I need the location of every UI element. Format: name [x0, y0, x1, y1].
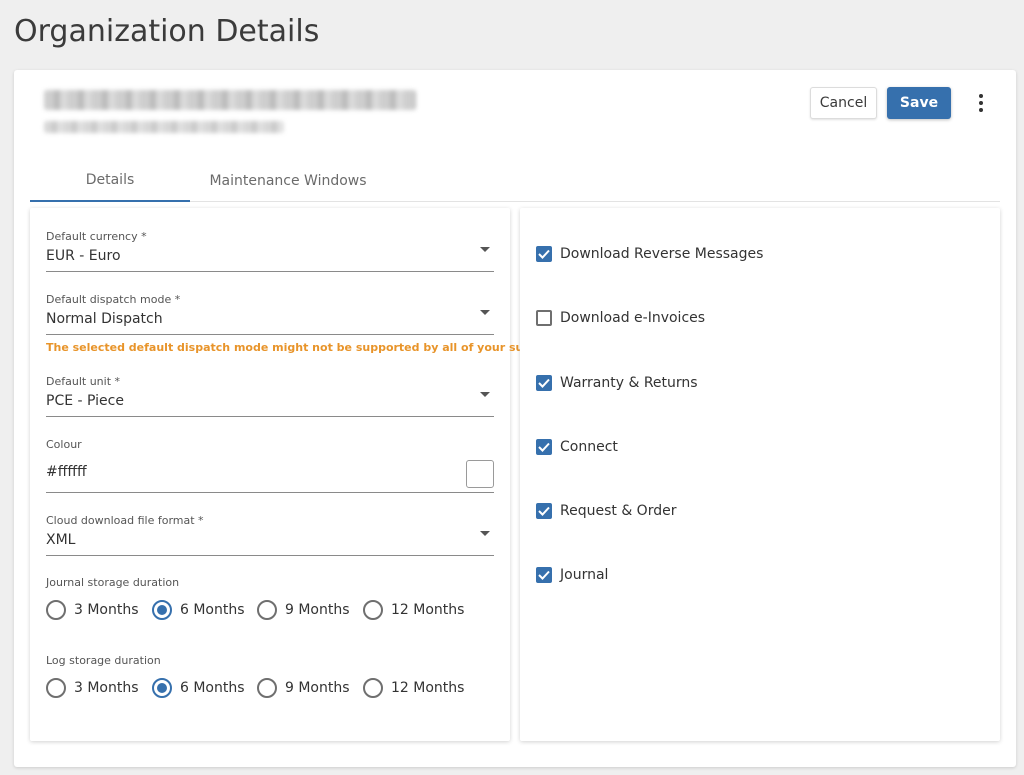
unit-underline: [46, 416, 494, 417]
log-storage-label: Log storage duration: [46, 654, 161, 667]
radio-label: 12 Months: [391, 680, 465, 696]
currency-underline: [46, 271, 494, 272]
journal-radio-12-months[interactable]: 12 Months: [363, 600, 473, 620]
checkbox-label: Journal: [560, 567, 609, 583]
journal-radio-3-months[interactable]: 3 Months: [46, 600, 152, 620]
checkbox-empty-icon: [536, 310, 552, 326]
checkbox-label: Connect: [560, 439, 618, 455]
unit-label: Default unit *: [46, 375, 120, 388]
radio-circle: [363, 600, 383, 620]
save-button[interactable]: Save: [887, 87, 951, 119]
journal-radio-9-months[interactable]: 9 Months: [257, 600, 363, 620]
log-radio-3-months[interactable]: 3 Months: [46, 678, 152, 698]
check-icon: [536, 375, 552, 391]
checkbox-label: Request & Order: [560, 503, 677, 519]
checkbox-connect[interactable]: Connect: [536, 439, 618, 455]
unit-value: PCE - Piece: [46, 393, 124, 409]
colour-value[interactable]: #ffffff: [46, 464, 87, 480]
log-radio-9-months[interactable]: 9 Months: [257, 678, 363, 698]
file-format-underline: [46, 555, 494, 556]
dispatch-mode-value: Normal Dispatch: [46, 311, 163, 327]
file-format-label: Cloud download file format *: [46, 514, 204, 527]
checkbox-download-reverse-messages[interactable]: Download Reverse Messages: [536, 246, 763, 262]
caret-down-icon: [480, 247, 490, 252]
radio-label: 6 Months: [180, 680, 245, 696]
tab-maintenance-windows[interactable]: Maintenance Windows: [190, 160, 386, 202]
checkbox-label: Warranty & Returns: [560, 375, 698, 391]
log-radio-6-months[interactable]: 6 Months: [152, 678, 257, 698]
caret-down-icon: [480, 531, 490, 536]
unit-select[interactable]: Default unit * PCE - Piece: [46, 375, 494, 417]
organization-card: Cancel Save Details Maintenance Windows …: [14, 70, 1016, 767]
colour-swatch[interactable]: [466, 460, 494, 488]
page-title: Organization Details: [14, 14, 320, 49]
check-icon: [536, 503, 552, 519]
radio-circle-selected: [152, 600, 172, 620]
dispatch-mode-select[interactable]: Default dispatch mode * Normal Dispatch: [46, 293, 494, 335]
radio-label: 3 Months: [74, 680, 139, 696]
log-radio-12-months[interactable]: 12 Months: [363, 678, 473, 698]
dispatch-mode-label: Default dispatch mode *: [46, 293, 181, 306]
radio-label: 9 Months: [285, 680, 350, 696]
currency-label: Default currency *: [46, 230, 147, 243]
currency-select[interactable]: Default currency * EUR - Euro: [46, 230, 494, 272]
colour-underline: [46, 492, 494, 493]
checkbox-label: Download Reverse Messages: [560, 246, 764, 262]
options-panel: Download Reverse Messages Download e-Inv…: [520, 208, 1000, 741]
radio-circle-selected: [152, 678, 172, 698]
tab-bar: Details Maintenance Windows: [30, 160, 1000, 202]
cancel-button[interactable]: Cancel: [810, 87, 877, 119]
organization-name-redacted: [44, 90, 416, 110]
checkbox-journal[interactable]: Journal: [536, 567, 608, 583]
checkbox-request-order[interactable]: Request & Order: [536, 503, 676, 519]
colour-field[interactable]: Colour #ffffff: [46, 438, 494, 493]
file-format-select[interactable]: Cloud download file format * XML: [46, 514, 494, 556]
journal-storage-radio-group: 3 Months 6 Months 9 Months 12 Months: [46, 600, 473, 620]
file-format-value: XML: [46, 532, 76, 548]
radio-label: 3 Months: [74, 602, 139, 618]
radio-label: 9 Months: [285, 602, 350, 618]
radio-circle: [46, 600, 66, 620]
radio-circle: [257, 678, 277, 698]
dispatch-mode-warning: The selected default dispatch mode might…: [46, 341, 567, 354]
journal-radio-6-months[interactable]: 6 Months: [152, 600, 257, 620]
caret-down-icon: [480, 310, 490, 315]
details-form-panel: Default currency * EUR - Euro Default di…: [30, 208, 566, 741]
journal-storage-label: Journal storage duration: [46, 576, 180, 589]
check-icon: [536, 439, 552, 455]
more-options-icon[interactable]: [970, 90, 992, 116]
check-icon: [536, 246, 552, 262]
dispatch-mode-underline: [46, 334, 494, 335]
currency-value: EUR - Euro: [46, 248, 121, 264]
check-icon: [536, 567, 552, 583]
radio-circle: [363, 678, 383, 698]
radio-label: 12 Months: [391, 602, 465, 618]
checkbox-warranty-returns[interactable]: Warranty & Returns: [536, 375, 698, 391]
radio-label: 6 Months: [180, 602, 245, 618]
colour-label: Colour: [46, 438, 82, 451]
radio-circle: [46, 678, 66, 698]
caret-down-icon: [480, 392, 490, 397]
checkbox-download-e-invoices[interactable]: Download e-Invoices: [536, 310, 705, 326]
radio-circle: [257, 600, 277, 620]
organization-subtitle-redacted: [44, 121, 284, 133]
checkbox-label: Download e-Invoices: [560, 310, 706, 326]
log-storage-radio-group: 3 Months 6 Months 9 Months 12 Months: [46, 678, 473, 698]
tab-details[interactable]: Details: [30, 160, 190, 202]
